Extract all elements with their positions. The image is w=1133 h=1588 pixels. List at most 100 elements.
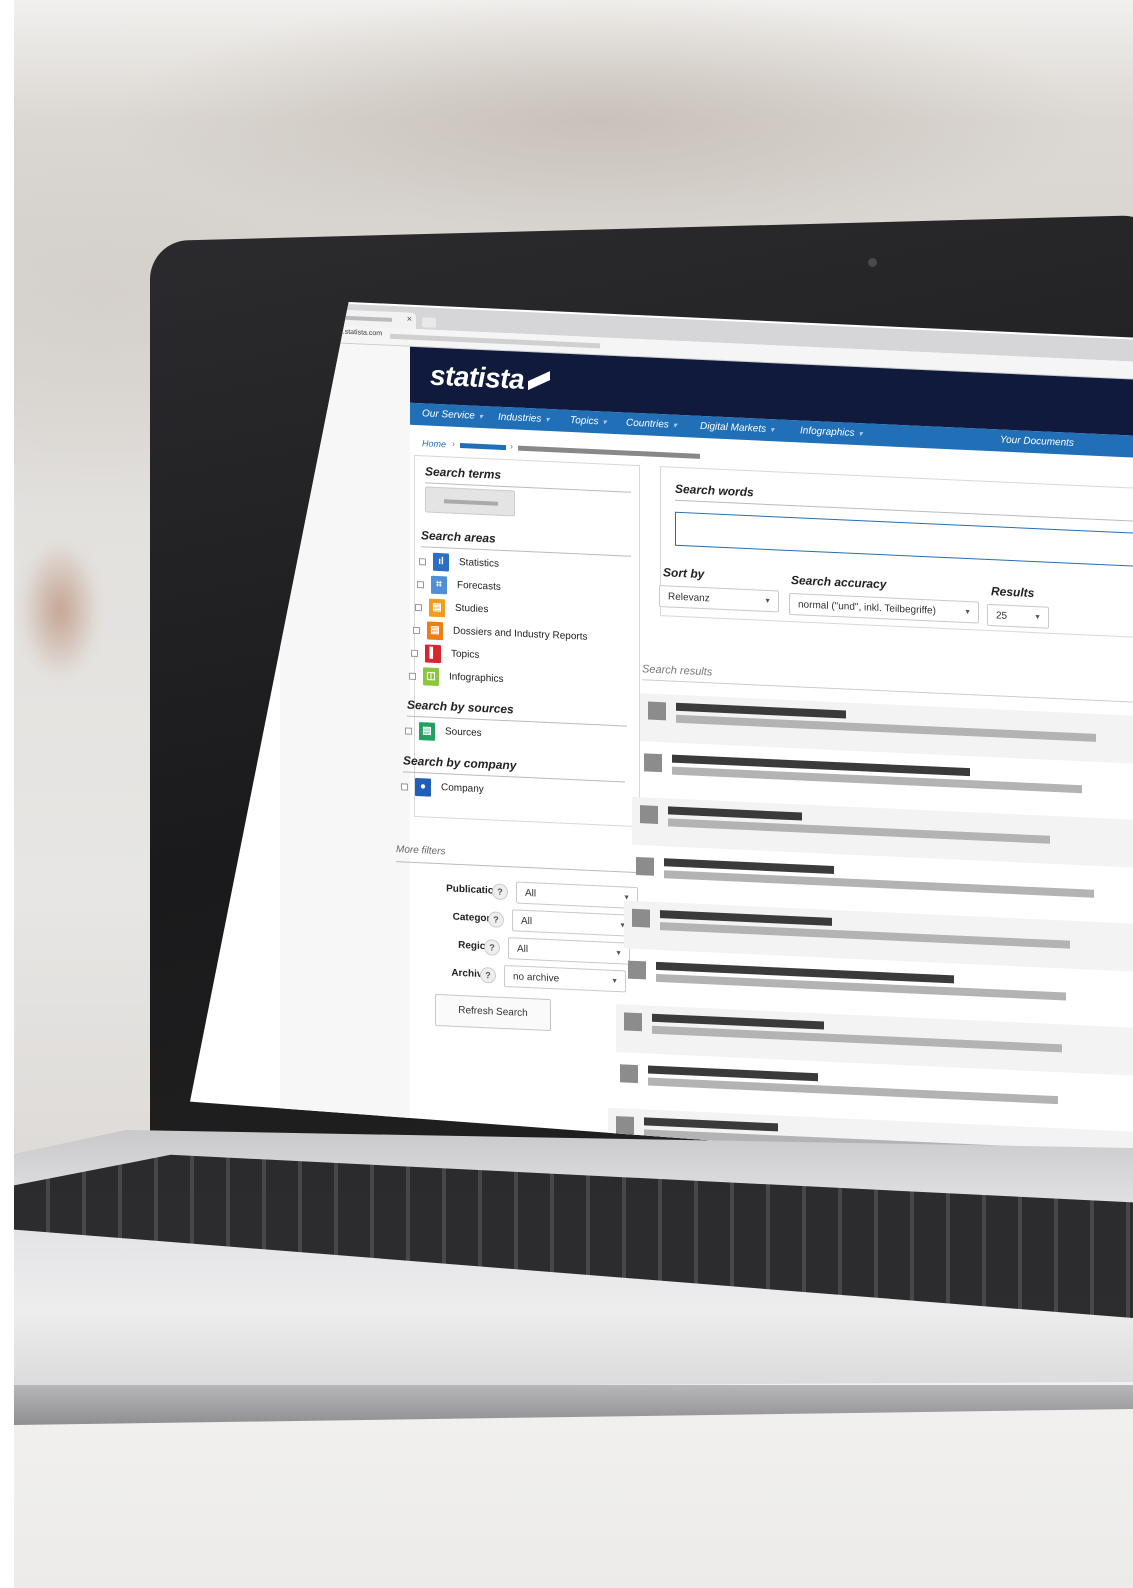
search-words-input[interactable]: [675, 511, 1133, 569]
more-filters-title: More filters: [396, 844, 446, 858]
url-field[interactable]: [390, 333, 600, 349]
result-thumbnail: [632, 908, 650, 928]
image-border: [0, 0, 14, 1588]
accuracy-select[interactable]: normal ("und", inkl. Teilbegriffe) ▼: [789, 592, 979, 624]
chevron-down-icon: ▾: [478, 411, 483, 422]
tab-title-placeholder: [342, 315, 392, 322]
select-value: All: [525, 887, 537, 900]
divider: [421, 546, 631, 557]
divider: [396, 861, 636, 873]
chevron-down-icon: ▾: [770, 425, 775, 435]
dossiers-checkbox[interactable]: [413, 626, 420, 635]
infographics-checkbox[interactable]: [409, 672, 416, 680]
nav-countries[interactable]: Countries ▾: [626, 418, 677, 431]
sort-by-label: Sort by: [663, 565, 705, 582]
result-desc-placeholder: [652, 1025, 1062, 1053]
area-label: Infographics: [449, 671, 504, 685]
help-icon[interactable]: ?: [488, 911, 504, 928]
result-thumbnail: [636, 856, 654, 876]
result-desc-placeholder: [648, 1077, 1058, 1105]
publication-select[interactable]: All ▼: [516, 881, 638, 910]
dossier-icon: ▤: [427, 621, 443, 641]
breadcrumb-item[interactable]: [460, 442, 506, 451]
forecasts-checkbox[interactable]: [417, 581, 424, 589]
region-select[interactable]: All ▼: [508, 937, 630, 965]
tab-close-icon[interactable]: ×: [407, 314, 412, 324]
search-panel: Search words Sort by Relevanz ▼ Search ac…: [659, 466, 1133, 640]
result-desc-placeholder: [668, 818, 1050, 844]
sources-title: Search by sources: [407, 697, 514, 717]
help-icon[interactable]: ?: [480, 966, 496, 984]
company-checkbox[interactable]: [401, 783, 408, 791]
divider: [403, 771, 625, 783]
chevron-down-icon: ▼: [1034, 614, 1041, 622]
statista-logo-mark: [528, 370, 550, 391]
topics-checkbox[interactable]: [411, 649, 418, 658]
select-value: 25: [996, 610, 1008, 622]
chevron-down-icon: ▼: [611, 977, 618, 986]
study-icon: ▤: [429, 598, 445, 618]
nav-topics[interactable]: Topics ▾: [570, 415, 607, 428]
select-value: All: [521, 915, 533, 928]
chevron-down-icon: ▼: [964, 608, 971, 617]
bar-chart-icon: ıl: [433, 552, 449, 572]
result-desc-placeholder: [676, 714, 1096, 742]
search-accuracy-label: Search accuracy: [791, 573, 887, 592]
chevron-down-icon: ▾: [602, 417, 607, 427]
new-tab-button[interactable]: [422, 317, 436, 328]
company-title: Search by company: [403, 753, 517, 773]
result-thumbnail: [616, 1116, 634, 1135]
nav-your-documents[interactable]: Your Documents: [1000, 435, 1074, 449]
topic-icon: ▌: [425, 644, 441, 664]
sources-checkbox[interactable]: [405, 727, 412, 735]
nav-infographics[interactable]: Infographics ▾: [800, 425, 863, 439]
nav-digital-markets[interactable]: Digital Markets ▾: [700, 421, 774, 435]
area-label: Forecasts: [457, 579, 501, 593]
breadcrumb-current: [518, 445, 700, 459]
infographic-icon: ◫: [423, 667, 439, 687]
results-count-select[interactable]: 25 ▼: [987, 603, 1049, 629]
select-value: no archive: [513, 971, 560, 985]
chevron-down-icon: ▾: [858, 429, 863, 439]
select-value: normal ("und", inkl. Teilbegriffe): [798, 599, 936, 617]
area-label: Dossiers and Industry Reports: [453, 625, 588, 643]
laptop-screen: × ← → C ▢ de.statista.com statista Our S…: [190, 292, 1133, 1172]
chevron-down-icon: ▾: [672, 420, 677, 430]
breadcrumb-home[interactable]: Home: [422, 438, 446, 449]
refresh-search-button[interactable]: Refresh Search: [435, 993, 551, 1032]
chevron-down-icon: ▾: [545, 414, 550, 425]
result-thumbnail: [640, 805, 658, 824]
archive-select[interactable]: no archive ▼: [504, 964, 626, 993]
select-value: All: [517, 943, 529, 956]
nav-our-service[interactable]: Our Service ▾: [422, 408, 483, 422]
area-label: Sources: [445, 726, 482, 739]
result-thumbnail: [620, 1064, 638, 1084]
select-value: Relevanz: [668, 591, 710, 605]
browser-window: × ← → C ▢ de.statista.com statista Our S…: [190, 292, 1133, 1172]
person-icon: ●: [415, 777, 431, 797]
button-label-placeholder: [444, 499, 498, 506]
category-select[interactable]: All ▼: [512, 909, 634, 937]
forecast-icon: ⌗: [431, 575, 447, 595]
statista-logo[interactable]: statista: [430, 360, 524, 396]
result-thumbnail: [644, 753, 662, 773]
help-icon[interactable]: ?: [484, 939, 500, 956]
filter-panel: Search terms Search areas ıl Statistics …: [401, 454, 640, 828]
chevron-down-icon: ▼: [764, 597, 771, 606]
area-label: Statistics: [459, 556, 500, 570]
area-label: Company: [441, 782, 484, 796]
webcam: [868, 258, 877, 267]
breadcrumb-separator: ›: [452, 438, 455, 449]
nav-industries[interactable]: Industries ▾: [498, 412, 549, 425]
result-thumbnail: [648, 701, 666, 721]
background-object: [20, 540, 100, 680]
sort-select[interactable]: Relevanz ▼: [659, 585, 779, 613]
studies-checkbox[interactable]: [415, 603, 422, 612]
statistics-checkbox[interactable]: [419, 558, 426, 566]
result-desc-placeholder: [660, 922, 1070, 949]
sources-icon: ▤: [419, 722, 435, 741]
breadcrumb-separator: ›: [510, 441, 513, 452]
search-terms-button[interactable]: [425, 486, 515, 517]
help-icon[interactable]: ?: [492, 883, 508, 901]
results-label: Results: [991, 584, 1035, 601]
